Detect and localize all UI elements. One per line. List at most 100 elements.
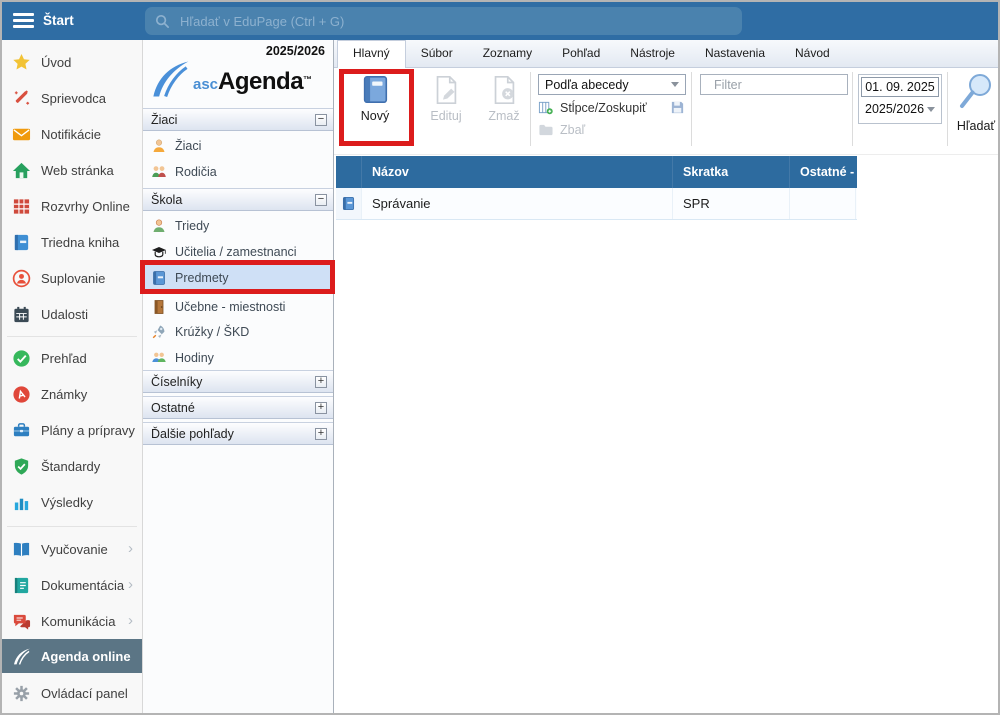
sidebar-label: Ovládací panel	[41, 686, 128, 701]
gear-icon	[12, 684, 31, 703]
tree-header-skola[interactable]: Škola −	[143, 188, 333, 211]
sidebar-item-sprievodca[interactable]: Sprievodca	[2, 80, 142, 116]
save-view-button[interactable]	[670, 100, 685, 115]
subject-book-icon	[341, 196, 356, 211]
tree-header-dalsie-pohlady[interactable]: Ďalšie pohľady +	[143, 422, 333, 445]
school-year-select[interactable]: 2025/2026	[861, 99, 939, 119]
caret-down-icon	[927, 107, 935, 112]
briefcase-icon	[12, 421, 31, 440]
tree-header-ciselniky[interactable]: Číselníky +	[143, 370, 333, 393]
tree-item-kruzky[interactable]: Krúžky / ŠKD	[143, 319, 333, 344]
document-icon	[12, 576, 31, 595]
expand-toggle-icon[interactable]: +	[315, 376, 327, 388]
expand-toggle-icon[interactable]: +	[315, 428, 327, 440]
folder-icon	[538, 122, 553, 137]
sidebar-item-znamky[interactable]: Známky	[2, 376, 142, 412]
tree-header-ziaci[interactable]: Žiaci −	[143, 108, 333, 131]
shield-check-icon	[12, 457, 31, 476]
filter-box	[700, 74, 848, 95]
magic-wand-icon	[12, 89, 31, 108]
tab-subor[interactable]: Súbor	[406, 41, 468, 67]
collapse-button[interactable]: Zbaľ	[538, 122, 585, 137]
table-header-ostatne[interactable]: Ostatné -	[790, 156, 856, 188]
tab-pohlad[interactable]: Pohľad	[547, 41, 615, 67]
search-button-label: Hľadať	[950, 119, 998, 133]
subjects-table: Názov Skratka Ostatné - Správanie SPR	[336, 156, 857, 220]
graduation-cap-icon	[151, 244, 167, 260]
toolbar-separator	[852, 72, 853, 146]
table-row-spravanie[interactable]: Správanie SPR	[336, 188, 857, 220]
new-button-label: Nový	[345, 109, 405, 123]
tree-item-label: Predmety	[175, 271, 229, 285]
timetable-grid-icon	[12, 197, 31, 216]
sidebar-item-rozvrhy-online[interactable]: Rozvrhy Online	[2, 188, 142, 224]
tree-item-predmety[interactable]: Predmety	[143, 265, 333, 291]
tab-nastroje[interactable]: Nástroje	[615, 41, 690, 67]
date-field[interactable]: 01. 09. 2025	[861, 77, 939, 97]
global-search[interactable]	[145, 7, 742, 35]
big-magnifier-icon	[955, 70, 997, 116]
tree-item-ucebne[interactable]: Učebne - miestnosti	[143, 294, 333, 319]
tab-nastavenia[interactable]: Nastavenia	[690, 41, 780, 67]
table-header-row: Názov Skratka Ostatné -	[336, 156, 857, 188]
new-book-icon	[359, 74, 391, 106]
table-header-nazov[interactable]: Názov	[362, 156, 673, 188]
tab-zoznamy[interactable]: Zoznamy	[468, 41, 547, 67]
sidebar-item-agenda-online[interactable]: Agenda online	[2, 639, 142, 673]
sidebar-item-standardy[interactable]: Štandardy	[2, 448, 142, 484]
sidebar-item-suplovanie[interactable]: Suplovanie	[2, 260, 142, 296]
tree-item-label: Triedy	[175, 219, 209, 233]
table-header-skratka[interactable]: Skratka	[673, 156, 790, 188]
sidebar-item-vyucovanie[interactable]: Vyučovanie ›	[2, 531, 142, 567]
toolbar-separator	[947, 72, 948, 146]
hamburger-menu-icon[interactable]	[13, 13, 34, 29]
new-button[interactable]: Nový	[345, 74, 405, 123]
expand-toggle-icon[interactable]: +	[315, 402, 327, 414]
tree-item-triedy[interactable]: Triedy	[143, 213, 333, 238]
sidebar-item-ovladaci-panel[interactable]: Ovládací panel	[2, 675, 142, 711]
sidebar-item-dokumentacia[interactable]: Dokumentácia ›	[2, 567, 142, 603]
tree-item-rodicia[interactable]: Rodičia	[143, 159, 333, 184]
tree-item-label: Žiaci	[175, 139, 201, 153]
sidebar-item-notifikacie[interactable]: Notifikácie	[2, 116, 142, 152]
floppy-disk-icon	[670, 100, 685, 115]
topbar: Štart	[2, 2, 998, 40]
collapse-toggle-icon[interactable]: −	[315, 114, 327, 126]
row-other-cell	[790, 188, 856, 219]
edit-button[interactable]: Edituj	[418, 74, 474, 123]
calendar-icon	[12, 305, 31, 324]
start-menu-label[interactable]: Štart	[43, 2, 74, 39]
tab-hlavny[interactable]: Hlavný	[337, 40, 406, 68]
asc-agenda-logo: ascAgenda™	[149, 58, 312, 100]
sort-select[interactable]: Podľa abecedy	[538, 74, 686, 95]
tree-item-ucitelia[interactable]: Učitelia / zamestnanci	[143, 239, 333, 264]
table-header-selector	[336, 156, 362, 188]
collapse-toggle-icon[interactable]: −	[315, 194, 327, 206]
columns-group-button[interactable]: Stĺpce/Zoskupiť	[538, 100, 647, 115]
sidebar-item-komunikacia[interactable]: Komunikácia ›	[2, 603, 142, 639]
sidebar-label: Udalosti	[41, 307, 88, 322]
notebook-icon	[12, 233, 31, 252]
tree-item-hodiny[interactable]: Hodiny	[143, 345, 333, 370]
sidebar-item-plany-a-pripravy[interactable]: Plány a prípravy	[2, 412, 142, 448]
sidebar-item-uvod[interactable]: Úvod	[2, 44, 142, 80]
sidebar-label: Sprievodca	[41, 91, 106, 106]
sidebar-item-prehlad[interactable]: Prehľad	[2, 340, 142, 376]
sidebar-item-vysledky[interactable]: Výsledky	[2, 484, 142, 520]
sidebar-item-triedna-kniha[interactable]: Triedna kniha	[2, 224, 142, 260]
chat-icon	[12, 612, 31, 631]
search-button[interactable]: Hľadať	[950, 70, 998, 133]
sidebar-separator	[7, 336, 137, 337]
sidebar-item-udalosti[interactable]: Udalosti	[2, 296, 142, 332]
global-search-input[interactable]	[178, 13, 732, 30]
tree-header-ostatne[interactable]: Ostatné +	[143, 396, 333, 419]
tab-navod[interactable]: Návod	[780, 41, 845, 67]
tree-item-ziaci[interactable]: Žiaci	[143, 133, 333, 158]
student-icon	[151, 138, 167, 154]
tree-item-label: Krúžky / ŠKD	[175, 325, 249, 339]
sidebar-label: Rozvrhy Online	[41, 199, 130, 214]
row-shortcut-cell: SPR	[673, 188, 790, 219]
sidebar-item-web-stranka[interactable]: Web stránka	[2, 152, 142, 188]
delete-button[interactable]: Zmaž	[478, 74, 530, 123]
chevron-right-icon: ›	[128, 603, 133, 639]
